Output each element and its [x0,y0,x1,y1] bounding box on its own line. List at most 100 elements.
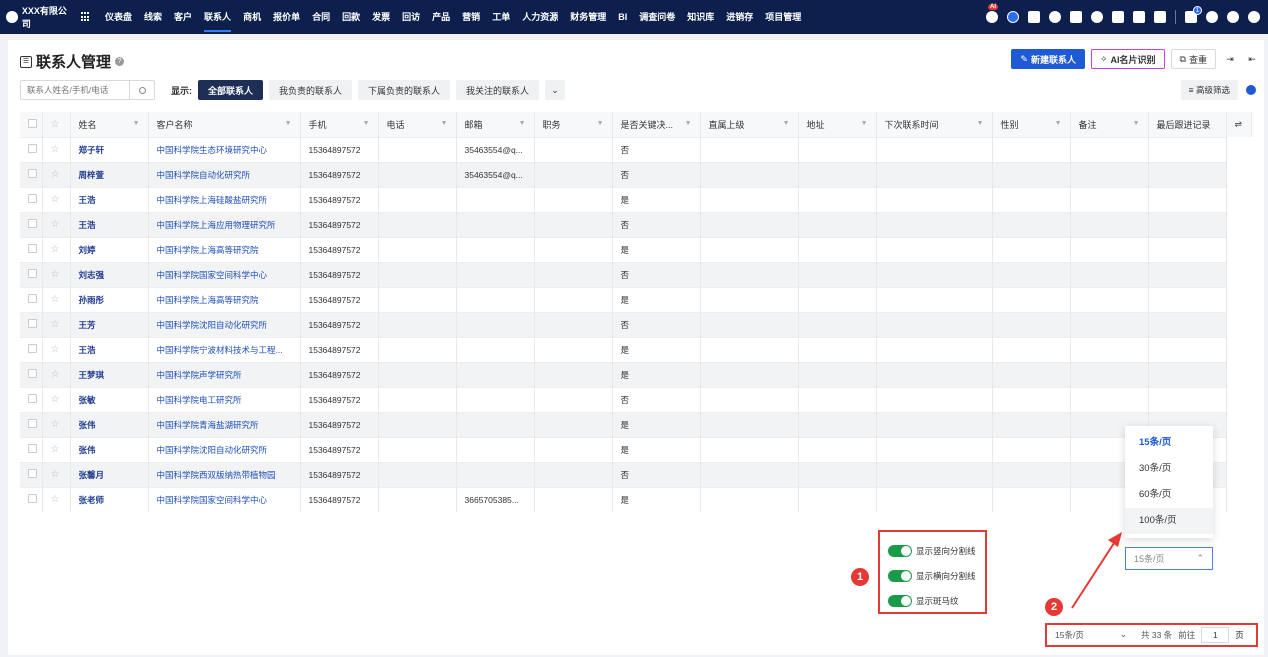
row-checkbox[interactable] [20,161,43,187]
nav-item[interactable]: 客户 [168,0,198,34]
nav-item[interactable]: 进销存 [720,0,759,34]
cell-customer[interactable]: 中国科学院上海应用物理研究所 [148,211,301,237]
star-icon[interactable]: ☆ [51,444,60,455]
nav-item[interactable]: 仪表盘 [99,0,138,34]
filter-icon[interactable]: ▼ [783,120,790,127]
nav-item[interactable]: 项目管理 [759,0,807,34]
star-icon[interactable]: ☆ [51,494,60,505]
follow-star[interactable]: ☆ [42,336,71,362]
table-row[interactable]: ☆ 张敏 中国科学院电工研究所 15364897572 否 [20,386,1252,412]
toggle-vertical-lines[interactable]: 显示竖向分割线 [888,538,985,563]
column-header[interactable]: 邮箱 ▼ [456,112,535,137]
search-input[interactable] [21,85,129,95]
column-header[interactable]: 地址 ▼ [798,112,877,137]
cell-customer[interactable]: 中国科学院声学研究所 [148,361,301,387]
filter-icon[interactable]: ▼ [685,120,692,127]
segment-tab[interactable]: 我负责的联系人 [269,80,353,100]
segment-tab[interactable]: 全部联系人 [198,80,264,100]
segment-tab[interactable]: 下属负责的联系人 [358,80,451,100]
table-row[interactable]: ☆ 张伟 中国科学院沈阳自动化研究所 15364897572 是 [20,436,1252,462]
follow-star[interactable]: ☆ [42,386,71,412]
table-row[interactable]: ☆ 王浩 中国科学院宁波材料技术与工程... 15364897572 是 [20,336,1252,362]
filter-icon[interactable]: ▼ [977,120,984,127]
select-all-checkbox[interactable] [20,112,43,137]
cell-customer[interactable]: 中国科学院电工研究所 [148,386,301,412]
row-checkbox[interactable] [20,236,43,262]
star-icon[interactable]: ☆ [51,269,60,280]
follow-star[interactable]: ☆ [42,186,71,212]
filter-icon[interactable]: ▼ [1133,120,1140,127]
cell-name[interactable]: 刘婷 [70,236,149,262]
row-checkbox[interactable] [20,411,43,437]
cell-name[interactable]: 张伟 [70,411,149,437]
page-size-select-open[interactable]: 15条/页 ⌃ [1125,547,1213,570]
row-checkbox[interactable] [20,336,43,362]
column-header[interactable]: 电话 ▼ [378,112,457,137]
column-header[interactable]: 姓名 ▼ [70,112,149,137]
table-row[interactable]: ☆ 周梓萱 中国科学院自动化研究所 15364897572 35463554@q... 否 [20,161,1252,187]
column-header[interactable]: 直属上级 ▼ [700,112,799,137]
cell-name[interactable]: 王浩 [70,186,149,212]
star-icon[interactable]: ☆ [51,369,60,380]
export-icon[interactable]: ⇤ [1244,49,1260,69]
nav-item[interactable]: 回访 [396,0,426,34]
star-icon[interactable]: ☆ [51,419,60,430]
page-size-option[interactable]: 100条/页 [1125,508,1213,534]
follow-star[interactable]: ☆ [42,461,71,487]
row-checkbox[interactable] [20,311,43,337]
table-row[interactable]: ☆ 刘婷 中国科学院上海高等研究院 15364897572 是 [20,236,1252,262]
row-checkbox[interactable] [20,386,43,412]
nav-item[interactable]: 回款 [336,0,366,34]
app-grid-icon[interactable] [81,12,91,22]
table-row[interactable]: ☆ 王浩 中国科学院上海硅酸盐研究所 15364897572 是 [20,186,1252,212]
column-header[interactable]: 下次联系时间 ▼ [876,112,993,137]
column-header[interactable]: 职务 ▼ [534,112,613,137]
user-icon[interactable] [1091,11,1103,23]
nav-item[interactable]: 合同 [306,0,336,34]
follow-star[interactable]: ☆ [42,161,71,187]
filter-icon[interactable]: ▼ [285,120,292,127]
star-icon[interactable]: ☆ [51,319,60,330]
cell-customer[interactable]: 中国科学院上海高等研究院 [148,236,301,262]
cell-customer[interactable]: 中国科学院沈阳自动化研究所 [148,436,301,462]
cell-customer[interactable]: 中国科学院沈阳自动化研究所 [148,311,301,337]
row-checkbox[interactable] [20,136,43,162]
assistant-icon[interactable] [1007,11,1019,23]
document-icon[interactable] [1112,11,1124,23]
nav-item[interactable]: 联系人 [198,0,237,34]
nav-item[interactable]: 调查问卷 [633,0,681,34]
column-settings-icon[interactable] [1246,85,1256,95]
row-checkbox[interactable] [20,186,43,212]
nav-item[interactable]: 线索 [138,0,168,34]
cell-name[interactable]: 刘志强 [70,261,149,287]
task-icon[interactable]: 1 [1185,6,1202,23]
row-checkbox[interactable] [20,261,43,287]
table-row[interactable]: ☆ 张伟 中国科学院青海盐湖研究所 15364897572 是 [20,411,1252,437]
row-checkbox[interactable] [20,286,43,312]
row-checkbox[interactable] [20,211,43,237]
row-checkbox[interactable] [20,361,43,387]
table-row[interactable]: ☆ 孙雨彤 中国科学院上海高等研究院 15364897572 是 [20,286,1252,312]
ai-robot-icon[interactable]: AI [986,4,998,23]
question-icon[interactable]: ? [115,57,125,66]
search-button[interactable] [129,81,154,99]
cell-customer[interactable]: 中国科学院上海硅酸盐研究所 [148,186,301,212]
table-row[interactable]: ☆ 郑子轩 中国科学院生态环境研究中心 15364897572 35463554@q..… [20,136,1252,162]
calculator-icon[interactable] [1133,11,1145,23]
filter-icon[interactable]: ▼ [133,120,140,127]
cell-name[interactable]: 张敏 [70,386,149,412]
help-icon[interactable] [1227,11,1239,23]
duplicate-check-button[interactable]: ⧉ 查重 [1170,49,1216,69]
follow-star[interactable]: ☆ [42,311,71,337]
filter-icon[interactable]: ▼ [597,120,604,127]
cell-customer[interactable]: 中国科学院西双版纳热带植物园 [148,461,301,487]
toggle-switch[interactable] [888,569,912,582]
page-size-option[interactable]: 30条/页 [1125,456,1213,482]
brand[interactable]: XXX有限公司 [0,4,75,30]
column-header[interactable]: 性别 ▼ [992,112,1071,137]
nav-item[interactable]: 发票 [366,0,396,34]
filter-icon[interactable]: ▼ [363,120,370,127]
toggle-switch[interactable] [888,544,912,557]
nav-item[interactable]: 工单 [486,0,516,34]
follow-star[interactable]: ☆ [42,436,71,462]
